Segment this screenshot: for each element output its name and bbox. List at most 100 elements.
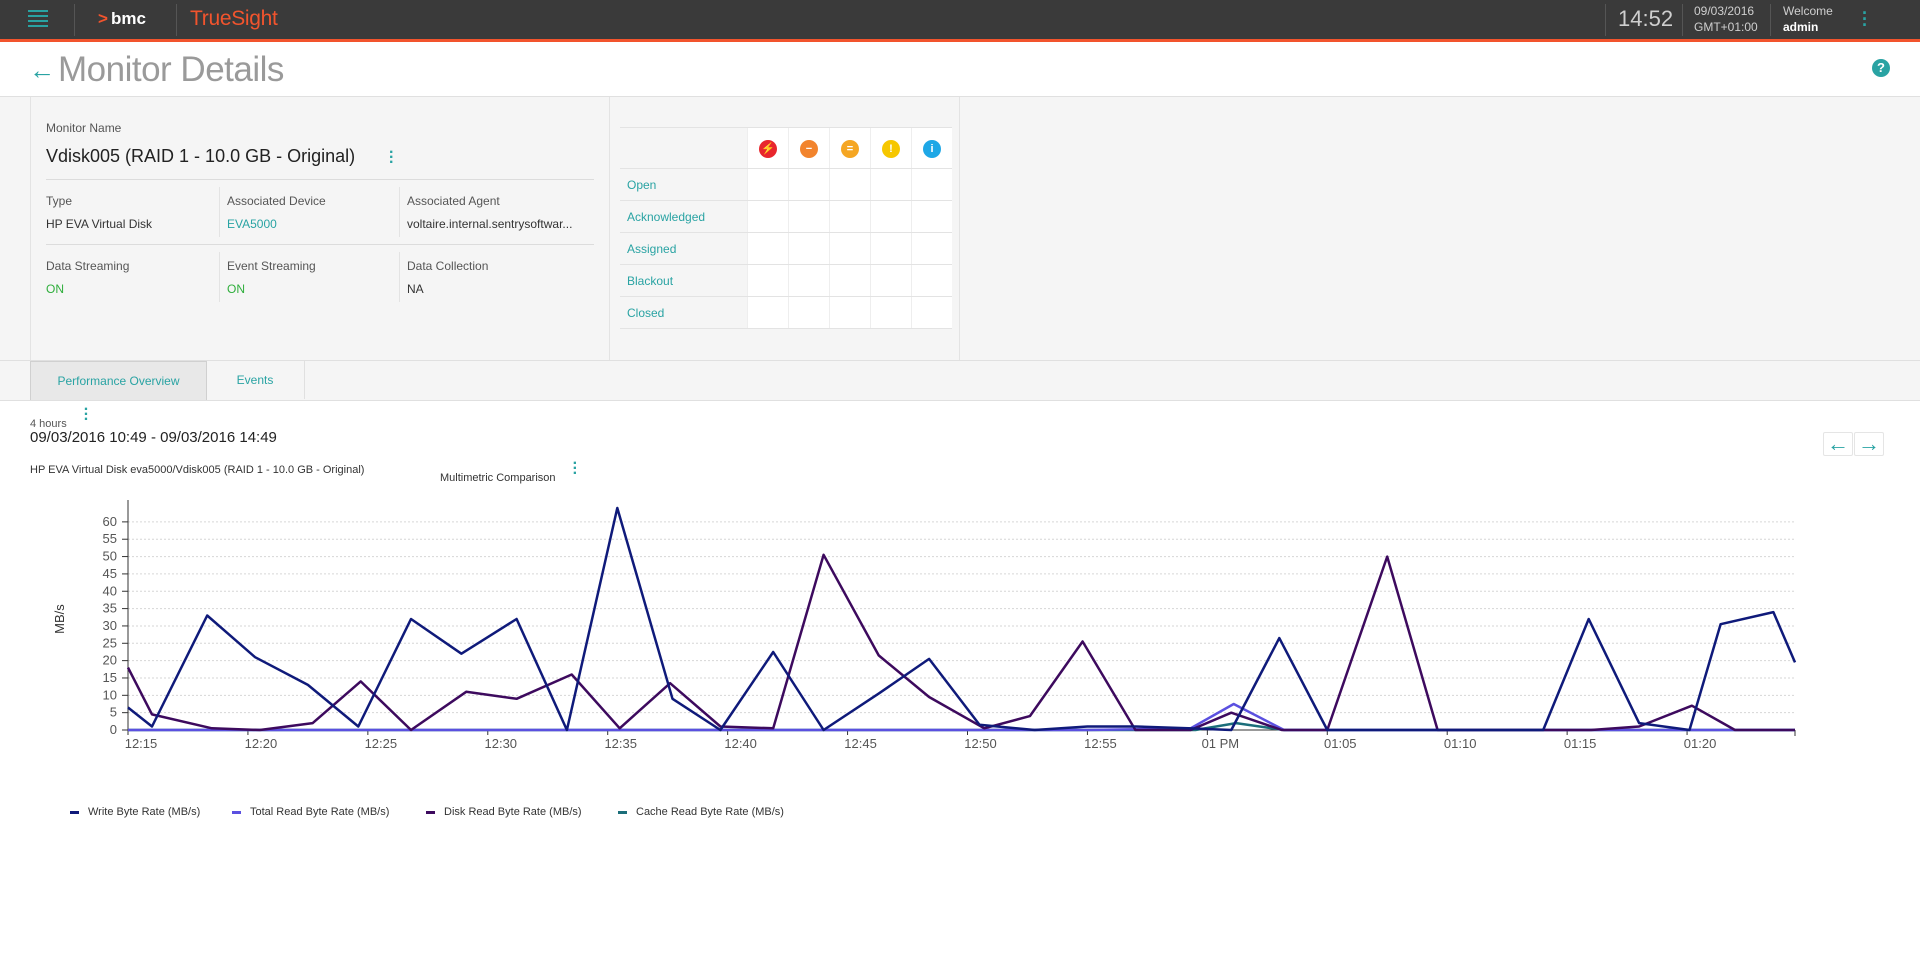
menu-icon[interactable]	[28, 10, 48, 28]
page-title: Monitor Details	[58, 50, 284, 89]
monitor-name: Vdisk005 (RAID 1 - 10.0 GB - Original)	[46, 146, 356, 166]
x-tick-label: 01:05	[1324, 736, 1357, 751]
tab-events[interactable]: Events	[206, 361, 305, 399]
event-streaming-status: ON	[227, 282, 245, 296]
x-tick-label: 01:10	[1444, 736, 1477, 751]
tab-bar: Performance Overview Events	[0, 361, 1920, 401]
chart-legend: Write Byte Rate (MB/s) Total Read Byte Ra…	[70, 806, 784, 818]
divider	[1605, 4, 1606, 36]
tab-performance-overview[interactable]: Performance Overview	[30, 361, 207, 400]
series-line	[126, 553, 1795, 732]
event-summary-card: ⚡ − = ! i Open Acknowledged Assigned Bla…	[608, 97, 960, 360]
y-tick-label: 55	[103, 531, 117, 546]
info-icon[interactable]: i	[923, 139, 941, 158]
divider	[219, 187, 220, 237]
x-tick-label: 12:50	[964, 736, 997, 751]
welcome-label: Welcome	[1783, 4, 1833, 18]
table-row: Assigned	[620, 232, 952, 265]
legend-swatch	[232, 811, 241, 814]
data-streaming-status: ON	[46, 282, 64, 296]
x-tick-label: 01:20	[1684, 736, 1717, 751]
more-options-icon[interactable]: · · ·	[1862, 4, 1868, 34]
y-tick-label: 5	[110, 705, 117, 720]
x-tick-label: 12:15	[125, 736, 158, 751]
chart-options-icon[interactable]: · · ·	[573, 456, 578, 482]
next-period-icon[interactable]: →	[1854, 432, 1884, 456]
status-blackout[interactable]: Blackout	[620, 264, 748, 297]
y-axis-label: MB/s	[52, 604, 67, 634]
user-info[interactable]: Welcome admin	[1783, 3, 1833, 35]
divider	[399, 252, 400, 302]
monitor-options-icon[interactable]: · · ·	[389, 145, 394, 171]
y-tick-label: 30	[103, 618, 117, 633]
minor-icon[interactable]: =	[841, 139, 859, 158]
y-tick-label: 50	[103, 549, 117, 564]
y-tick-label: 15	[103, 670, 117, 685]
x-tick-label: 01 PM	[1202, 736, 1240, 751]
y-tick-label: 0	[110, 722, 117, 737]
status-closed[interactable]: Closed	[620, 296, 748, 329]
legend-label: Write Byte Rate (MB/s)	[88, 806, 200, 818]
agent-label: Associated Agent	[407, 194, 500, 208]
data-collection-label: Data Collection	[407, 259, 489, 273]
divider	[176, 4, 177, 36]
product-name: TrueSight	[190, 7, 278, 30]
bmc-logo: > bmc	[98, 9, 146, 28]
legend-swatch	[70, 811, 79, 814]
type-value: HP EVA Virtual Disk	[46, 217, 153, 231]
device-label: Associated Device	[227, 194, 326, 208]
status-open[interactable]: Open	[620, 168, 748, 201]
x-tick-label: 12:35	[604, 736, 637, 751]
help-icon[interactable]: ?	[1872, 59, 1890, 77]
x-tick-label: 12:55	[1084, 736, 1117, 751]
legend-swatch	[426, 811, 435, 814]
table-row: Blackout	[620, 264, 952, 297]
y-tick-label: 10	[103, 687, 117, 702]
chart-subtitle: HP EVA Virtual Disk eva5000/Vdisk005 (RA…	[30, 464, 365, 476]
top-navigation-bar: > bmc TrueSight 14:52 09/03/2016 GMT+01:0…	[0, 0, 1920, 42]
y-tick-label: 20	[103, 653, 117, 668]
performance-chart[interactable]: 0 5 10 15 20 25 30 35 40 45 50 55 60 12:15 12:20 12:25 1…	[0, 490, 1920, 850]
divider	[46, 179, 594, 180]
divider	[1682, 4, 1683, 36]
divider	[1770, 4, 1771, 36]
chart-mode: Multimetric Comparison · · ·	[440, 456, 578, 485]
device-link[interactable]: EVA5000	[227, 217, 277, 231]
legend-swatch	[618, 811, 627, 814]
status-assigned[interactable]: Assigned	[620, 232, 748, 265]
table-row: Closed	[620, 296, 952, 329]
status-acknowledged[interactable]: Acknowledged	[620, 200, 748, 233]
x-tick-label: 12:30	[485, 736, 518, 751]
x-tick-label: 12:25	[365, 736, 398, 751]
current-date: 09/03/2016	[1694, 4, 1755, 18]
divider	[74, 4, 75, 36]
legend-label: Disk Read Byte Rate (MB/s)	[444, 806, 582, 818]
critical-icon[interactable]: ⚡	[759, 139, 777, 158]
date-range: 09/03/2016 10:49 - 09/03/2016 14:49	[30, 429, 277, 446]
back-arrow-icon[interactable]: ←	[29, 55, 55, 86]
monitor-details-panel: Monitor Name Vdisk005 (RAID 1 - 10.0 GB …	[0, 97, 1920, 361]
time-navigation: ← →	[1823, 432, 1887, 456]
y-tick-label: 35	[103, 601, 117, 616]
monitor-info-card: Monitor Name Vdisk005 (RAID 1 - 10.0 GB …	[30, 97, 610, 360]
date-timezone: 09/03/2016 GMT+01:00	[1694, 3, 1758, 35]
divider	[46, 244, 594, 245]
current-time: 14:52	[1618, 6, 1674, 31]
warning-icon[interactable]: !	[882, 139, 900, 158]
timezone: GMT+01:00	[1694, 20, 1758, 34]
x-tick-label: 12:40	[724, 736, 757, 751]
type-label: Type	[46, 194, 73, 208]
y-tick-label: 45	[103, 566, 117, 581]
data-collection-value: NA	[407, 282, 424, 296]
time-range-options-icon[interactable]: · · ·	[84, 402, 89, 428]
major-icon[interactable]: −	[800, 139, 818, 158]
previous-period-icon[interactable]: ←	[1823, 432, 1853, 456]
legend-label: Cache Read Byte Rate (MB/s)	[636, 806, 784, 818]
table-row: Open	[620, 168, 952, 201]
y-tick-label: 25	[103, 635, 117, 650]
x-tick-label: 01:15	[1564, 736, 1597, 751]
time-range-selector[interactable]: 4 hours · · ·	[30, 402, 89, 431]
chart-mode-label: Multimetric Comparison	[440, 472, 556, 484]
event-summary-table: ⚡ − = ! i Open Acknowledged Assigned Bla…	[620, 127, 952, 329]
monitor-name-label: Monitor Name	[46, 121, 122, 135]
